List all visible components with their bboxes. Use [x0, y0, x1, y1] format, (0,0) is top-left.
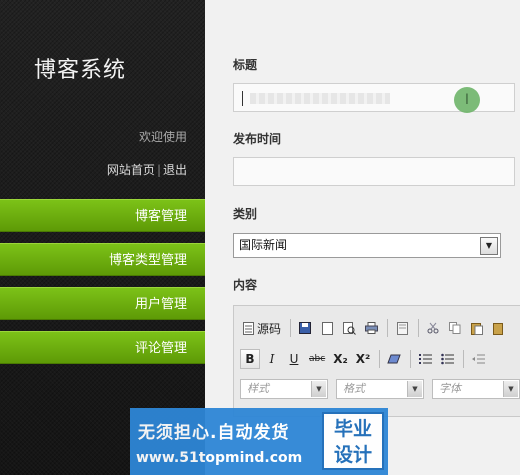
bulleted-list-icon — [440, 353, 454, 365]
welcome-text: 欢迎使用 — [138, 130, 187, 144]
cut-icon — [427, 322, 439, 334]
content-label: 内容 — [233, 278, 258, 292]
menu-item-comment-manage[interactable]: 评论管理 — [0, 331, 205, 364]
site-home-link[interactable]: 网站首页 — [107, 163, 155, 177]
format-dropdown-label: 格式 — [343, 382, 365, 395]
title-input-blurred-text — [250, 93, 390, 104]
watermark-logo-line2: 设计 — [333, 444, 372, 466]
toolbar-separator — [418, 319, 420, 337]
outdent-icon — [471, 354, 485, 364]
new-page-button[interactable] — [317, 318, 337, 338]
publish-time-input[interactable] — [233, 157, 515, 186]
cut-button[interactable] — [423, 318, 443, 338]
category-selected-value: 国际新闻 — [239, 238, 288, 252]
toolbar-separator — [379, 350, 381, 368]
mouse-cursor-icon: I — [454, 87, 480, 113]
numbered-list-icon — [418, 354, 432, 364]
title-input[interactable]: I — [233, 83, 515, 113]
document-icon — [243, 321, 254, 335]
link-separator: | — [156, 163, 161, 177]
chevron-down-icon[interactable]: ▼ — [480, 237, 498, 255]
templates-button[interactable] — [392, 318, 412, 338]
app-brand-title: 博客系统 — [34, 58, 127, 83]
sidebar: 博客系统 欢迎使用 网站首页 | 退出 博客管理 博客类型管理 用户管理 评论管理 — [0, 0, 205, 475]
source-button[interactable]: 源码 — [240, 318, 284, 338]
category-select[interactable]: 国际新闻 ▼ — [233, 233, 501, 258]
editor-toolbar-row-1: 源码 — [240, 317, 511, 339]
bulleted-list-button[interactable] — [437, 349, 457, 369]
watermark-banner: 无须担心.自动发货 www.51topmind.com 毕业 设计 — [130, 408, 388, 475]
format-dropdown[interactable]: 格式 ▼ — [336, 379, 424, 399]
underline-button[interactable]: U — [284, 349, 304, 369]
chevron-down-icon: ▼ — [407, 381, 422, 397]
copy-button[interactable] — [445, 318, 465, 338]
watermark-url: www.51topmind.com — [136, 450, 303, 466]
save-icon — [299, 322, 312, 334]
editor-toolbar-row-3: 样式 ▼ 格式 ▼ 字体 ▼ — [240, 378, 520, 400]
menu-item-blog-type-manage[interactable]: 博客类型管理 — [0, 243, 205, 276]
paste-button[interactable] — [467, 318, 487, 338]
font-dropdown[interactable]: 字体 ▼ — [432, 379, 520, 399]
source-button-label: 源码 — [257, 321, 282, 336]
paste-text-button[interactable] — [489, 318, 509, 338]
editor-toolbar-row-2: B I U abc X₂ X² — [240, 348, 490, 370]
toolbar-separator — [410, 350, 412, 368]
paste-icon — [471, 322, 484, 335]
style-dropdown[interactable]: 样式 ▼ — [240, 379, 328, 399]
chevron-down-icon: ▼ — [503, 381, 518, 397]
preview-icon — [342, 321, 356, 335]
main-form-area: 标题 I 发布时间 类别 国际新闻 ▼ 内容 源码 B I U abc X₂ X… — [205, 0, 520, 475]
print-icon — [364, 322, 378, 334]
font-dropdown-label: 字体 — [439, 382, 461, 395]
logout-link[interactable]: 退出 — [163, 163, 187, 177]
copy-icon — [449, 322, 461, 334]
menu-item-user-manage[interactable]: 用户管理 — [0, 287, 205, 320]
style-dropdown-label: 样式 — [247, 382, 269, 395]
bold-button[interactable]: B — [240, 349, 260, 369]
numbered-list-button[interactable] — [415, 349, 435, 369]
publish-time-label: 发布时间 — [233, 132, 282, 146]
outdent-button[interactable] — [468, 349, 488, 369]
category-label: 类别 — [233, 207, 258, 221]
text-caret — [242, 91, 243, 106]
toolbar-separator — [463, 350, 465, 368]
new-page-icon — [321, 321, 333, 335]
eraser-icon — [387, 354, 401, 364]
templates-icon — [396, 321, 408, 335]
toolbar-separator — [387, 319, 389, 337]
menu-item-blog-manage[interactable]: 博客管理 — [0, 199, 205, 232]
subscript-button[interactable]: X₂ — [330, 349, 351, 369]
top-links: 网站首页 | 退出 — [107, 161, 187, 178]
preview-button[interactable] — [339, 318, 359, 338]
remove-format-button[interactable] — [384, 349, 404, 369]
chevron-down-icon: ▼ — [311, 381, 326, 397]
rich-text-editor[interactable]: 源码 B I U abc X₂ X² 样式 ▼ 格式 ▼ 字体 ▼ — [233, 305, 520, 417]
strikethrough-button[interactable]: abc — [306, 349, 328, 369]
title-label: 标题 — [233, 58, 258, 72]
save-button[interactable] — [295, 318, 315, 338]
superscript-button[interactable]: X² — [353, 349, 374, 369]
italic-button[interactable]: I — [262, 349, 282, 369]
watermark-slogan: 无须担心.自动发货 — [138, 423, 290, 443]
print-button[interactable] — [361, 318, 381, 338]
paste-text-icon — [493, 322, 504, 335]
toolbar-separator — [290, 319, 292, 337]
watermark-logo: 毕业 设计 — [322, 412, 384, 470]
watermark-logo-line1: 毕业 — [333, 418, 372, 440]
